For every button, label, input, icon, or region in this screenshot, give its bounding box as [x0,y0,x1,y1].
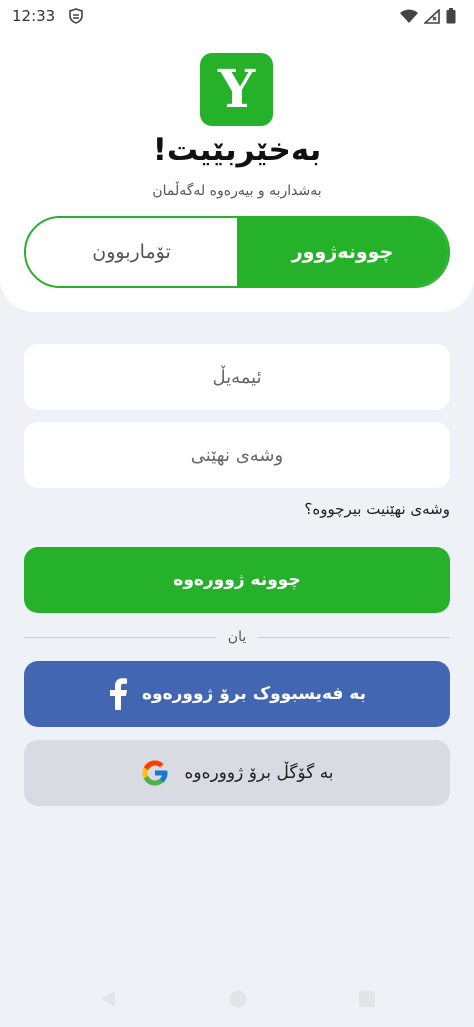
email-placeholder: ئیمەیڵ [212,366,262,388]
forgot-password-link[interactable]: وشەی نهێنیت بیرچووە؟ [304,500,450,518]
google-button-label: بە گۆگڵ برۆ ژوورەوە [184,763,334,783]
wifi-icon [400,9,418,23]
facebook-login-button[interactable]: بە فەیسبووک برۆ ژوورەوە [24,661,450,727]
status-time: 12:33 [12,7,56,25]
or-divider: یان [24,628,451,646]
back-icon[interactable] [98,989,118,1009]
google-login-button[interactable]: بە گۆگڵ برۆ ژوورەوە [24,740,450,806]
facebook-button-label: بە فەیسبووک برۆ ژوورەوە [141,684,366,704]
tab-register[interactable]: تۆماربوون [26,218,237,286]
home-icon[interactable] [228,989,248,1009]
welcome-title: بەخێربێیت! [152,132,322,168]
email-input[interactable]: ئیمەیڵ [24,344,450,410]
header-card: Y بەخێربێیت! بەشداربە و بیەرەوە لەگەڵمان… [0,0,474,312]
password-input[interactable]: وشەی نهێنی [24,422,450,488]
signal-icon [424,8,440,24]
divider-text: یان [227,629,247,645]
app-logo: Y [200,53,273,126]
divider-line-right [258,636,451,638]
login-button-label: چوونە ژوورەوە [173,570,301,590]
logo-letter: Y [217,58,256,120]
auth-tabs: تۆماربوون چوونەژوور [24,216,450,288]
login-screen: Y بەخێربێیت! بەشداربە و بیەرەوە لەگەڵمان… [0,0,474,1027]
recents-icon[interactable] [358,990,376,1008]
divider-line-left [24,636,216,638]
google-icon [142,760,168,786]
status-bar: 12:33 [0,0,474,32]
facebook-icon [109,678,127,710]
welcome-subtitle: بەشداربە و بیەرەوە لەگەڵمان [152,183,322,199]
navigation-bar [0,971,474,1027]
shield-icon [69,8,84,24]
password-placeholder: وشەی نهێنی [190,444,284,466]
login-button[interactable]: چوونە ژوورەوە [24,547,450,613]
battery-icon [446,8,456,24]
tab-login[interactable]: چوونەژوور [237,218,448,286]
